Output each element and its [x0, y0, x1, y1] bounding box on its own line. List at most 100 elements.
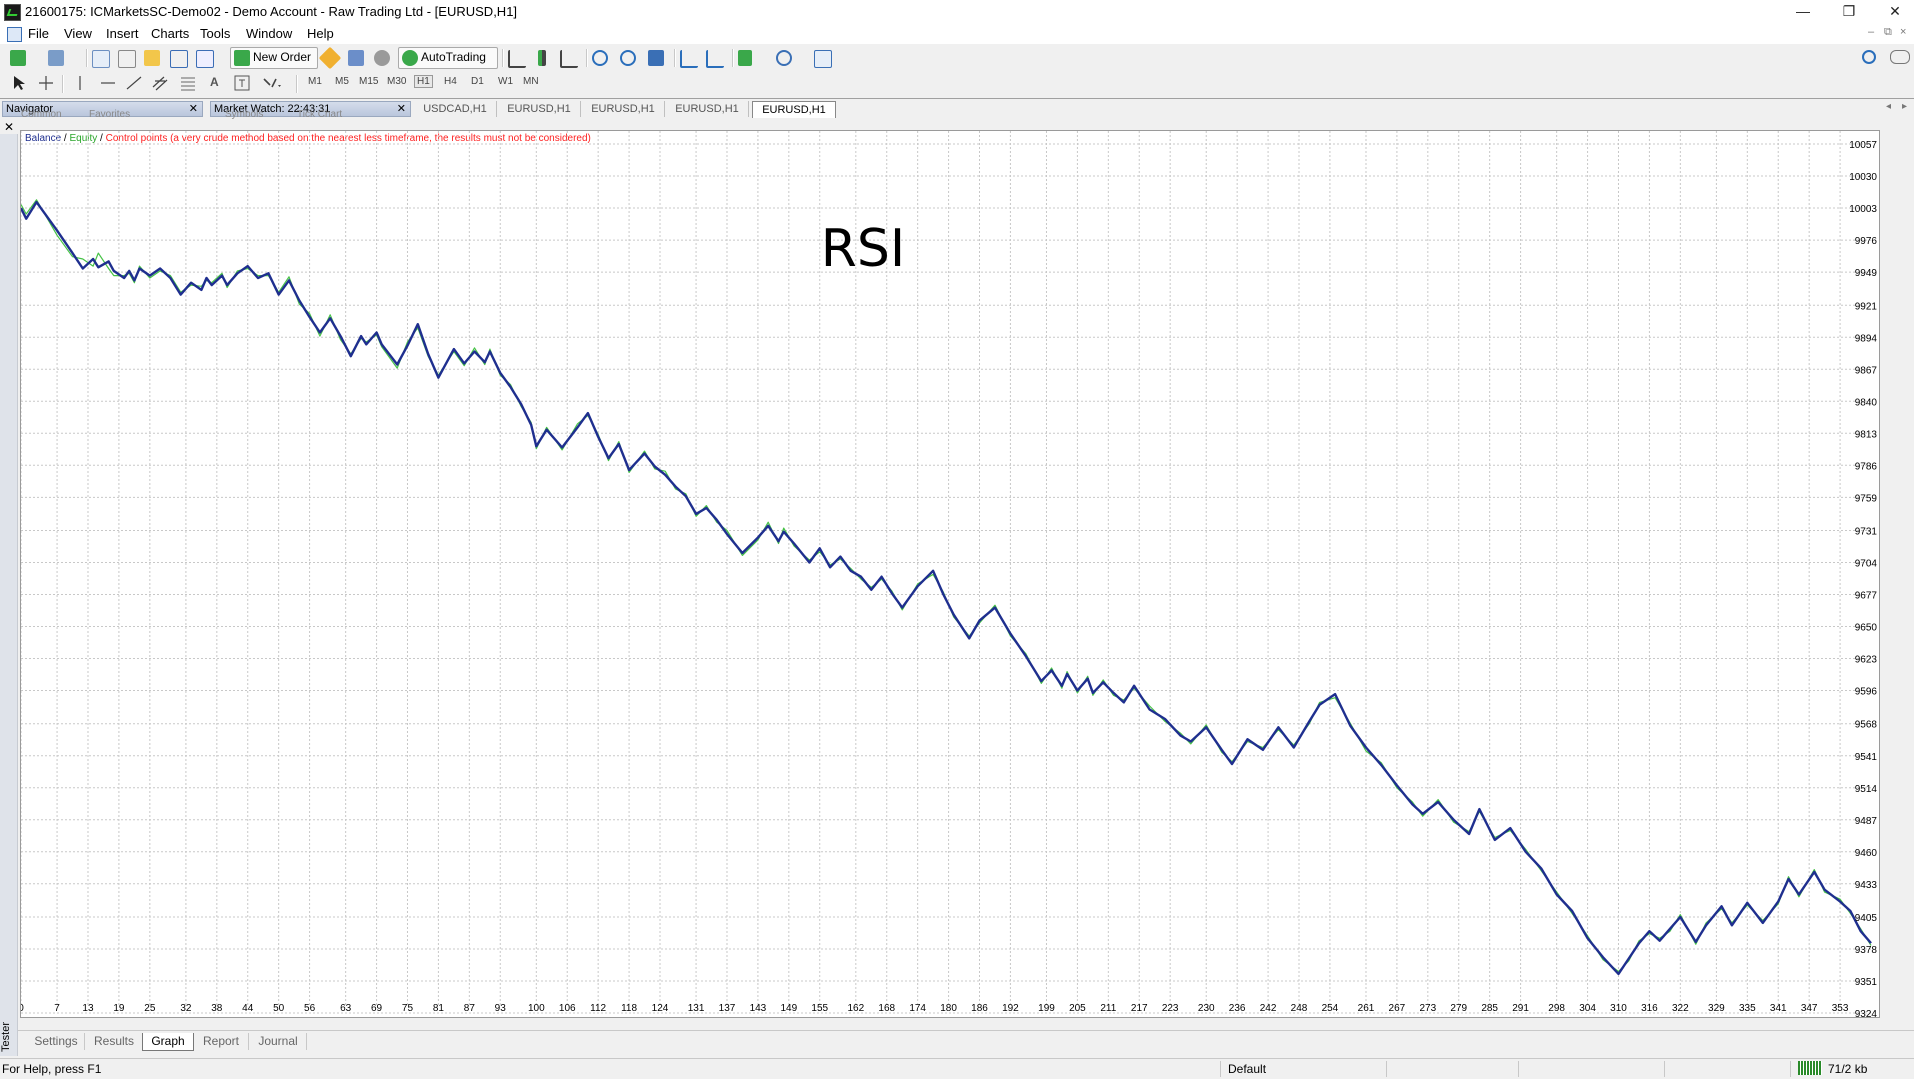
menu-tools[interactable]: Tools [200, 26, 230, 41]
timeframe-h4[interactable]: H4 [444, 76, 457, 87]
templates-icon[interactable] [814, 50, 832, 68]
timeframe-m30[interactable]: M30 [387, 76, 406, 87]
signals-icon[interactable] [348, 50, 364, 66]
horizontal-line-icon[interactable] [100, 75, 116, 91]
arrows-icon[interactable] [262, 75, 281, 91]
mdi-minimize-icon[interactable]: – [1868, 26, 1874, 38]
menu-window[interactable]: Window [246, 26, 292, 41]
autoscroll-icon[interactable] [706, 50, 724, 68]
timeframe-w1[interactable]: W1 [498, 76, 513, 87]
window-title: 21600175: ICMarketsSC-Demo02 - Demo Acco… [25, 4, 518, 19]
document-icon[interactable] [7, 27, 22, 42]
chart-tab[interactable]: EURUSD,H1 [498, 101, 581, 117]
fibonacci-icon[interactable] [180, 75, 196, 91]
x-tick-label: 254 [1322, 1003, 1339, 1014]
minimize-button[interactable]: — [1780, 0, 1826, 24]
timeframe-m1[interactable]: M1 [308, 76, 322, 87]
restore-button[interactable]: ❐ [1826, 0, 1872, 24]
terminal-icon[interactable] [170, 50, 188, 68]
tile-windows-icon[interactable] [648, 50, 664, 66]
chart-tab-active[interactable]: EURUSD,H1 [752, 101, 836, 118]
market-watch-tab-tick-chart[interactable]: Tick Chart [297, 108, 342, 122]
market-watch-tab-symbols[interactable]: Symbols [225, 108, 263, 122]
bar-chart-icon[interactable] [508, 50, 526, 68]
navigator-icon[interactable] [144, 50, 160, 66]
tab-graph[interactable]: Graph [142, 1033, 194, 1051]
close-window-button[interactable]: ✕ [1872, 0, 1914, 24]
chart-tab[interactable]: EURUSD,H1 [666, 101, 749, 117]
x-tick-label: 168 [878, 1003, 895, 1014]
chat-icon[interactable] [1890, 50, 1910, 64]
periods-icon[interactable] [776, 50, 792, 66]
x-tick-label: 353 [1832, 1003, 1849, 1014]
chart-canvas: 0 7 13 19 25 32 38 44 50 56 63 69 75 81 87 93 100 106 112 1… [21, 131, 1878, 1017]
autotrading-label: AutoTrading [421, 50, 486, 64]
menu-insert[interactable]: Insert [106, 26, 139, 41]
menu-charts[interactable]: Charts [151, 26, 189, 41]
toolbar-separator [502, 49, 504, 67]
x-tick-label: 38 [211, 1003, 223, 1014]
x-tick-label: 174 [909, 1003, 926, 1014]
tab-scroll-right-icon[interactable]: ▸ [1902, 101, 1907, 112]
market-icon[interactable] [374, 50, 390, 66]
navigator-tab-favorites[interactable]: Favorites [89, 108, 130, 122]
vertical-line-icon[interactable] [72, 75, 88, 91]
tab-scroll-left-icon[interactable]: ◂ [1886, 101, 1891, 112]
autotrading-button[interactable]: AutoTrading [398, 47, 498, 69]
navigator-close-icon[interactable]: ✕ [189, 102, 198, 116]
navigator-tab-common[interactable]: Common [21, 108, 62, 122]
line-chart-icon[interactable] [560, 50, 578, 68]
cursor-icon[interactable] [12, 75, 28, 91]
metaeditor-icon[interactable] [318, 46, 342, 70]
menu-help[interactable]: Help [307, 26, 334, 41]
x-tick-label: 291 [1512, 1003, 1529, 1014]
new-chart-icon[interactable] [10, 50, 26, 66]
profiles-icon[interactable] [48, 50, 64, 66]
timeframe-m15[interactable]: M15 [359, 76, 378, 87]
menu-view[interactable]: View [64, 26, 92, 41]
zoom-out-icon[interactable] [620, 50, 636, 66]
x-tick-label: 13 [82, 1003, 94, 1014]
tab-results[interactable]: Results [86, 1033, 143, 1050]
timeframe-m5[interactable]: M5 [335, 76, 349, 87]
crosshair-icon[interactable] [38, 75, 54, 91]
tab-report[interactable]: Report [194, 1033, 249, 1050]
tab-settings[interactable]: Settings [28, 1033, 85, 1050]
text-label-icon[interactable] [234, 75, 250, 91]
timeframe-mn[interactable]: MN [523, 76, 539, 87]
chart-shift-icon[interactable] [680, 50, 698, 68]
text-tool-icon[interactable]: A [210, 75, 219, 89]
title-bar: 21600175: ICMarketsSC-Demo02 - Demo Acco… [0, 0, 1914, 25]
market-watch-close-icon[interactable]: ✕ [397, 102, 406, 116]
mdi-restore-icon[interactable]: ⧉ [1884, 26, 1892, 39]
x-tick-label: 100 [528, 1003, 545, 1014]
new-order-button[interactable]: New Order [230, 47, 318, 69]
timeframe-h1[interactable]: H1 [414, 75, 433, 88]
x-tick-label: 131 [688, 1003, 705, 1014]
status-divider [1518, 1061, 1519, 1077]
y-tick-label: 9650 [1855, 623, 1878, 634]
search-icon[interactable] [1862, 50, 1876, 64]
x-tick-label: 304 [1579, 1003, 1596, 1014]
x-tick-label: 223 [1162, 1003, 1179, 1014]
timeframe-d1[interactable]: D1 [471, 76, 484, 87]
strategy-tester-icon[interactable] [196, 50, 214, 68]
zoom-in-icon[interactable] [592, 50, 608, 66]
trendline-icon[interactable] [126, 75, 142, 91]
x-tick-label: 19 [113, 1003, 125, 1014]
chart-tab[interactable]: EURUSD,H1 [582, 101, 665, 117]
indicators-icon[interactable] [738, 50, 752, 66]
tab-journal[interactable]: Journal [250, 1033, 307, 1050]
tester-close-icon[interactable]: ✕ [4, 120, 14, 134]
data-window-icon[interactable] [118, 50, 136, 68]
x-tick-label: 143 [750, 1003, 767, 1014]
market-watch-icon[interactable] [92, 50, 110, 68]
menu-file[interactable]: File [28, 26, 49, 41]
navigator-panel-header[interactable]: Navigator Common Favorites ✕ [2, 101, 203, 120]
channel-icon[interactable] [152, 75, 168, 91]
mdi-close-icon[interactable]: × [1900, 26, 1906, 38]
chart-tab[interactable]: USDCAD,H1 [414, 101, 497, 117]
candlestick-icon[interactable] [538, 50, 546, 66]
y-tick-label: 9786 [1855, 461, 1878, 472]
market-watch-panel-header[interactable]: Market Watch: 22:43:31 Symbols Tick Char… [210, 101, 411, 120]
